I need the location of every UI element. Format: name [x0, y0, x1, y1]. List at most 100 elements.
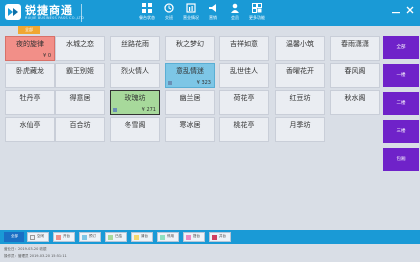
- table-name: 月季坊: [289, 121, 311, 129]
- legend-item[interactable]: 已结: [105, 232, 127, 242]
- logo-icon: [5, 4, 21, 20]
- floor-button-1f[interactable]: 一楼: [383, 64, 419, 87]
- table-tile[interactable]: 春雨潇潇: [330, 36, 380, 61]
- legend-label: 停用: [167, 234, 174, 238]
- member-icon: [231, 3, 239, 13]
- table-name: 百合坊: [69, 121, 91, 129]
- app-header: 锐捷商通 RUIJIE BUSINESS PASS CO.,LTD 餐台状态 交…: [0, 0, 420, 26]
- table-tile[interactable]: 桃花亭: [219, 117, 269, 142]
- footer-line-1: 营业日：2019-03-20 收银: [4, 247, 47, 251]
- table-tile[interactable]: 吉祥如意: [219, 36, 269, 61]
- table-name: 夜的旋律: [16, 40, 44, 48]
- legend-swatch: [134, 235, 139, 240]
- table-amount: ¥ 271: [141, 107, 156, 113]
- table-tile[interactable]: 乱世佳人: [219, 63, 269, 88]
- table-tile[interactable]: 得意居: [55, 90, 105, 115]
- legend-swatch: [56, 235, 61, 240]
- legend-item[interactable]: 空闲: [27, 232, 49, 242]
- floor-button-2f[interactable]: 二楼: [383, 92, 419, 115]
- table-tile[interactable]: 牡丹亭: [5, 90, 55, 115]
- nav-marketing[interactable]: 营销: [202, 0, 224, 26]
- legend-swatch: [108, 235, 113, 240]
- table-tile[interactable]: 丝路花雨: [110, 36, 160, 61]
- table-amount: ¥ 0: [43, 53, 51, 59]
- table-name: 寒冰居: [179, 121, 201, 129]
- tab-all[interactable]: 全部: [18, 26, 40, 34]
- table-name: 玫瑰坊: [124, 94, 146, 102]
- table-name: 香曜花开: [286, 67, 314, 75]
- table-tile[interactable]: 冬雪阁: [110, 117, 160, 142]
- legend-swatch: [30, 235, 35, 240]
- legend-label: 空闲: [37, 234, 44, 238]
- table-name: 桃花亭: [233, 121, 255, 129]
- table-name: 丝路花雨: [121, 40, 149, 48]
- nav-table-status[interactable]: 餐台状态: [136, 0, 158, 26]
- table-tile[interactable]: 荷花亭: [219, 90, 269, 115]
- nav-member[interactable]: 会员: [224, 0, 246, 26]
- legend-label: 全部: [11, 234, 18, 238]
- table-tile[interactable]: 香曜花开: [275, 63, 325, 88]
- table-name: 烈火情人: [121, 67, 149, 75]
- legend-item[interactable]: 预订: [79, 232, 101, 242]
- table-name: 卧虎藏龙: [16, 67, 44, 75]
- more-icon: [252, 3, 262, 13]
- table-tile[interactable]: 百合坊: [55, 117, 105, 142]
- table-tile[interactable]: 夜的旋律 ¥ 0: [5, 36, 55, 61]
- table-name: 温馨小筑: [286, 40, 314, 48]
- tag-icon: [113, 108, 117, 112]
- table-tile[interactable]: 玫瑰坊 ¥ 271: [110, 90, 160, 115]
- table-tile[interactable]: 秋水阁: [330, 90, 380, 115]
- table-tile[interactable]: 烈火情人: [110, 63, 160, 88]
- nav-more[interactable]: 更多功能: [246, 0, 268, 26]
- zone-tabbar: 全部: [0, 26, 420, 34]
- table-amount: ¥ 323: [196, 80, 211, 86]
- table-name: 霸王别姬: [66, 67, 94, 75]
- table-tile[interactable]: 温馨小筑: [275, 36, 325, 61]
- table-tile[interactable]: 春风阁: [330, 63, 380, 88]
- legend-label: 清台: [141, 234, 148, 238]
- table-tile[interactable]: 水仙亭: [5, 117, 55, 142]
- table-name: 吉祥如意: [230, 40, 258, 48]
- legend-item[interactable]: 清台: [131, 232, 153, 242]
- table-name: 春风阁: [344, 67, 366, 75]
- legend-item[interactable]: 停用: [157, 232, 179, 242]
- brand-subtitle: RUIJIE BUSINESS PASS CO.,LTD: [25, 16, 85, 20]
- table-tile[interactable]: 秋之梦幻: [165, 36, 215, 61]
- nav-label: 会员: [231, 15, 239, 20]
- legend-label: 并台: [219, 234, 226, 238]
- table-tile[interactable]: 卧虎藏龙: [5, 63, 55, 88]
- table-tile[interactable]: 意乱情迷 ¥ 323: [165, 63, 215, 88]
- legend-swatch: [186, 235, 191, 240]
- legend-item[interactable]: 搭台: [183, 232, 205, 242]
- nav-business-report[interactable]: 营业情况: [180, 0, 202, 26]
- table-name: 冬雪阁: [124, 121, 146, 129]
- table-tile[interactable]: 月季坊: [275, 117, 325, 142]
- legend-label: 搭台: [193, 234, 200, 238]
- table-tile[interactable]: 幽兰居: [165, 90, 215, 115]
- nav-label: 营销: [209, 15, 217, 20]
- floor-button-3f[interactable]: 三楼: [383, 120, 419, 143]
- floor-button-private[interactable]: 包厢: [383, 148, 419, 171]
- legend-item[interactable]: 开台: [53, 232, 75, 242]
- legend-item[interactable]: 并台: [209, 232, 231, 242]
- table-name: 秋水阁: [344, 94, 366, 102]
- table-tile[interactable]: 水城之恋: [55, 36, 105, 61]
- table-tile[interactable]: 红豆坊: [275, 90, 325, 115]
- table-tile[interactable]: 霸王别姬: [55, 63, 105, 88]
- table-name: 幽兰居: [179, 94, 201, 102]
- nav-label: 餐台状态: [139, 15, 155, 20]
- status-legend: 全部 空闲 开台 预订 已结 清台 停用 搭台 并台: [0, 230, 420, 244]
- minimize-icon[interactable]: [392, 6, 400, 14]
- legend-swatch: [82, 235, 87, 240]
- table-name: 秋之梦幻: [176, 40, 204, 48]
- marketing-icon: [209, 4, 216, 12]
- floor-button-all[interactable]: 全部: [383, 36, 419, 59]
- table-name: 荷花亭: [233, 94, 255, 102]
- grid-icon: [142, 3, 152, 13]
- top-nav: 餐台状态 交班 营业情况 营销 会员 更多功能: [136, 0, 268, 26]
- nav-label: 更多功能: [249, 15, 265, 20]
- table-tile[interactable]: 寒冰居: [165, 117, 215, 142]
- nav-handover[interactable]: 交班: [158, 0, 180, 26]
- close-icon[interactable]: [406, 6, 414, 14]
- legend-item-all[interactable]: 全部: [4, 232, 24, 242]
